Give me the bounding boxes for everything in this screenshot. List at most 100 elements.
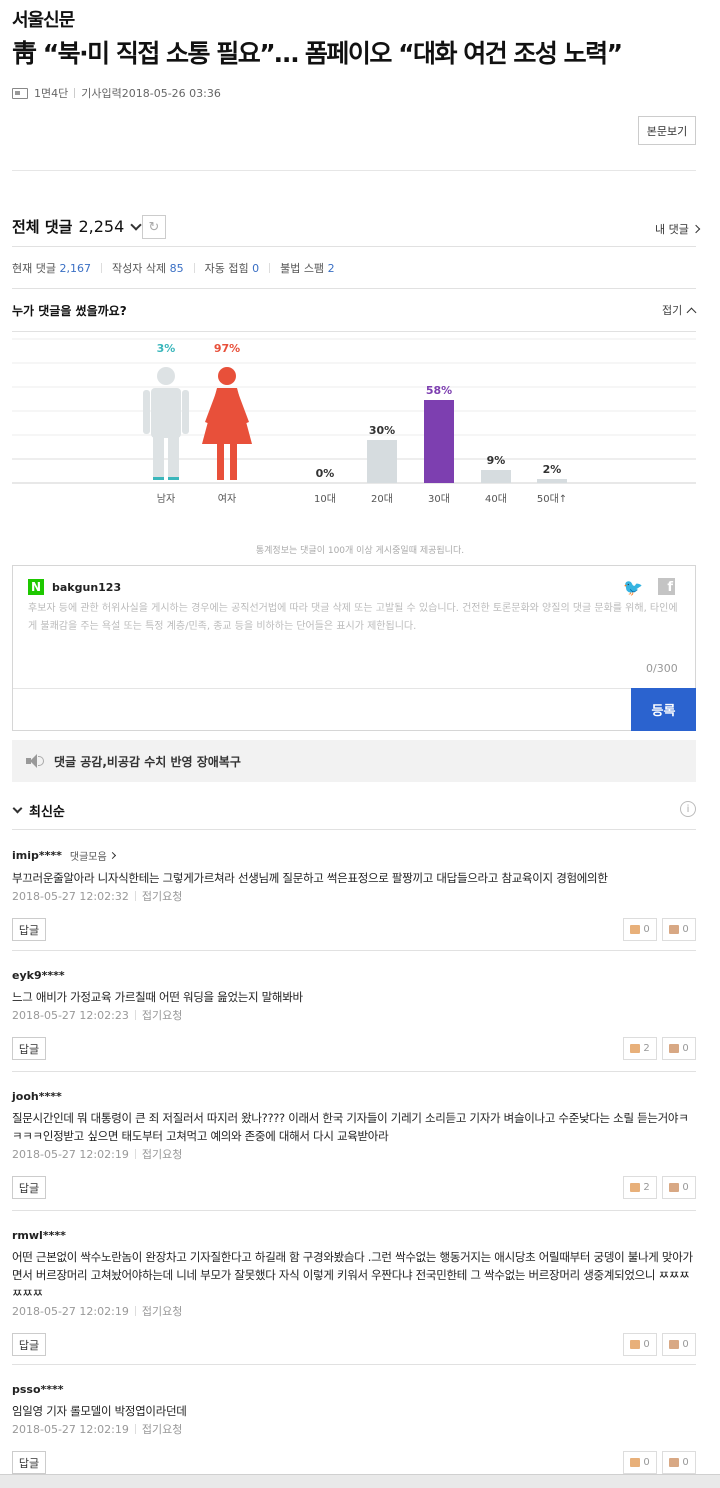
- article-headline: 靑 “북·미 직접 소통 필요”… 폼페이오 “대화 여건 조성 노력”: [12, 39, 623, 68]
- report-fold-link[interactable]: 접기요청: [142, 1007, 182, 1023]
- comment-stats: 현재 댓글 2,167 작성자 삭제 85 자동 접힘 0 불법 스팸 2: [12, 260, 335, 276]
- thumbs-down-icon: [669, 925, 680, 934]
- stats-note: 통계정보는 댓글이 100개 이상 게시중일때 제공됩니다.: [255, 546, 465, 556]
- stat-separator: [269, 263, 271, 273]
- reply-button[interactable]: 답글: [12, 1037, 46, 1060]
- fold-toggle[interactable]: 접기: [662, 302, 697, 318]
- naver-n-icon: N: [28, 579, 44, 595]
- comment-username[interactable]: eyk9****: [12, 969, 65, 982]
- like-button[interactable]: 0: [623, 1333, 657, 1356]
- dislike-button[interactable]: 0: [662, 1451, 696, 1474]
- who-wrote-title: 누가 댓글을 썼을까요?: [12, 304, 127, 318]
- gender-figure-0-arm-right: [182, 390, 189, 434]
- reply-button[interactable]: 답글: [12, 1333, 46, 1356]
- thumbs-up-icon: [630, 925, 641, 934]
- divider: [12, 288, 696, 289]
- like-button[interactable]: 2: [623, 1037, 657, 1060]
- publisher-logo[interactable]: 서울신문: [12, 6, 75, 32]
- divider: [12, 1364, 696, 1365]
- chevron-down-icon: [130, 218, 142, 231]
- comment-item: imip**** 댓글모음부끄러운줄알아라 니자식한테는 그렇게가르쳐라 선생님께…: [12, 848, 696, 941]
- chevron-down-icon: [12, 803, 23, 814]
- sort-dropdown[interactable]: 최신순: [12, 801, 65, 820]
- age-category-label: 30대: [428, 493, 450, 505]
- comment-date: 2018-05-27 12:02:32: [12, 889, 129, 903]
- gender-figure-0-fill-right: [168, 477, 179, 480]
- comment-text: 질문시간인데 뭐 대통령이 큰 죄 저질러서 따지러 왔나???? 이래서 한국…: [12, 1111, 689, 1143]
- stat-folded: 자동 접힘 0: [204, 262, 260, 275]
- dislike-button[interactable]: 0: [662, 1333, 696, 1356]
- comment-username[interactable]: psso****: [12, 1383, 64, 1396]
- gender-figure-0-fill-left: [153, 477, 164, 480]
- divider: [12, 246, 696, 247]
- comment-meta: 2018-05-27 12:02:19 접기요청: [12, 1421, 696, 1437]
- report-fold-link[interactable]: 접기요청: [142, 1146, 182, 1162]
- age-bar: [481, 470, 511, 483]
- comment-header: imip**** 댓글모음: [12, 848, 696, 863]
- reply-button[interactable]: 답글: [12, 1451, 46, 1474]
- like-count: 2: [643, 1182, 650, 1193]
- thumbs-up-icon: [630, 1458, 641, 1467]
- report-fold-link[interactable]: 접기요청: [142, 1303, 182, 1319]
- comment-text: 부끄러운줄알아라 니자식한테는 그렇게가르쳐라 선생님께 질문하고 썩은표정으로…: [12, 871, 608, 885]
- comments-total[interactable]: 전체 댓글 2,254: [12, 216, 142, 237]
- comment-header: eyk9****: [12, 969, 696, 982]
- like-button[interactable]: 2: [623, 1176, 657, 1199]
- divider: [12, 950, 696, 951]
- age-category-label: 50대↑: [537, 493, 567, 505]
- comment-date: 2018-05-27 12:02:19: [12, 1422, 129, 1436]
- stat-deleted: 작성자 삭제 85: [111, 262, 184, 275]
- comment-collection-link[interactable]: 댓글모음: [69, 848, 116, 863]
- comment-text: 어떤 근본없이 싹수노란놈이 완장차고 기자질한다고 하길래 함 구경와봤슴다 …: [12, 1250, 693, 1300]
- comment-textarea[interactable]: 후보자 등에 관한 허위사실을 게시하는 경우에는 공직선거법에 따라 댓글 삭…: [28, 600, 680, 636]
- reply-button[interactable]: 답글: [12, 1176, 46, 1199]
- comment-actions: 답글 2 0: [12, 1176, 696, 1199]
- comment-username[interactable]: rmwl****: [12, 1229, 66, 1242]
- twitter-icon[interactable]: 🐦: [623, 578, 643, 597]
- comment-date: 2018-05-27 12:02:23: [12, 1008, 129, 1022]
- comment-actions: 답글 0 0: [12, 1333, 696, 1356]
- write-username: bakgun123: [52, 580, 122, 594]
- like-count: 0: [643, 924, 650, 935]
- report-fold-link[interactable]: 접기요청: [142, 1421, 182, 1437]
- age-bar: [424, 400, 454, 483]
- dislike-button[interactable]: 0: [662, 1037, 696, 1060]
- comment-collection-label: 댓글모음: [69, 852, 107, 863]
- view-article-button[interactable]: 본문보기: [638, 116, 696, 145]
- age-category-label: 20대: [371, 493, 393, 505]
- commenter-stats-chart: 3% 남자 97% 여자 0% 10대 30% 20대 58% 30대 9% 40대 2% 50대↑: [12, 338, 696, 505]
- divider: [12, 829, 696, 830]
- like-count: 2: [643, 1043, 650, 1054]
- refresh-button[interactable]: ↻: [142, 215, 166, 239]
- notice-banner[interactable]: 댓글 공감,비공감 수치 반영 장애복구: [12, 740, 696, 782]
- my-comments-link[interactable]: 내 댓글: [655, 221, 701, 237]
- meta-separator: [134, 1424, 136, 1434]
- gender-figure-1-leg-left: [217, 442, 224, 480]
- dislike-count: 0: [682, 1182, 689, 1193]
- comment-username[interactable]: imip****: [12, 849, 62, 862]
- comment-date: 2018-05-27 12:02:19: [12, 1304, 129, 1318]
- info-icon[interactable]: i: [680, 801, 696, 817]
- dislike-button[interactable]: 0: [662, 918, 696, 941]
- stat-separator: [193, 263, 195, 273]
- facebook-icon[interactable]: f: [658, 578, 675, 595]
- gender-pct-label: 97%: [214, 342, 240, 355]
- like-button[interactable]: 0: [623, 918, 657, 941]
- gender-figure-0-leg-left: [153, 436, 164, 480]
- report-fold-link[interactable]: 접기요청: [142, 888, 182, 904]
- dislike-button[interactable]: 0: [662, 1176, 696, 1199]
- vote-buttons: 00: [623, 1451, 696, 1474]
- comment-username[interactable]: jooh****: [12, 1090, 62, 1103]
- gender-figure-1-leg-right: [230, 442, 237, 480]
- age-pct-label: 9%: [487, 454, 506, 467]
- dislike-count: 0: [682, 924, 689, 935]
- submit-comment-button[interactable]: 등록: [631, 688, 696, 731]
- age-bar: [367, 440, 397, 483]
- gender-pct-label: 3%: [157, 342, 176, 355]
- reply-button[interactable]: 답글: [12, 918, 46, 941]
- chevron-up-icon: [686, 307, 697, 317]
- page-info: 1면4단: [34, 87, 69, 100]
- comments-title: 전체 댓글: [12, 218, 73, 236]
- gender-figure-0-arm-left: [143, 390, 150, 434]
- like-button[interactable]: 0: [623, 1451, 657, 1474]
